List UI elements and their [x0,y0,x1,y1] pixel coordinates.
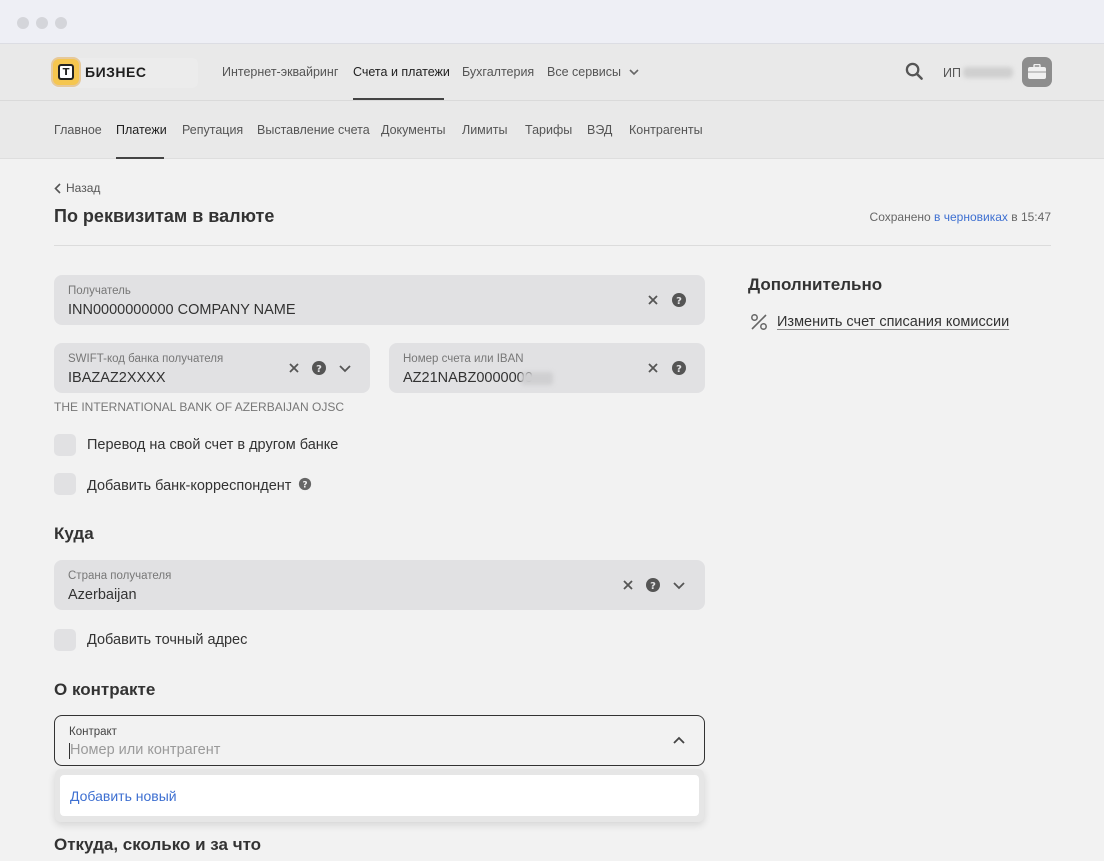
subnav-ved[interactable]: ВЭД [587,123,612,137]
svg-text:?: ? [650,581,656,592]
chevron-left-icon [54,182,61,194]
briefcase-icon [1028,64,1046,79]
correspondent-label[interactable]: Добавить банк-корреспондент ? [87,477,312,494]
window-minimize-dot[interactable] [36,17,48,29]
brand-logo[interactable]: T БИЗНЕС [52,58,198,88]
window-titlebar [0,0,1104,44]
topnav-acquiring[interactable]: Интернет-эквайринг [222,65,338,79]
section-from-title: Откуда, сколько и за что [54,835,262,854]
sidebar-title: Дополнительно [748,275,883,294]
saved-prefix: Сохранено [869,210,931,224]
help-icon[interactable]: ? [671,292,687,308]
back-label: Назад [66,181,101,195]
window-maximize-dot[interactable] [55,17,67,29]
change-commission-account-link[interactable]: Изменить счет списания комиссии [777,314,1009,330]
svg-text:?: ? [676,296,682,307]
section-where-title: Куда [54,524,94,543]
help-icon[interactable]: ? [298,477,312,491]
company-avatar[interactable] [1022,57,1052,87]
subnav-payments[interactable]: Платежи [116,123,167,137]
correspondent-checkbox[interactable] [54,473,76,495]
user-name-redacted [963,67,1013,78]
dropdown-option-add-new[interactable]: Добавить новый [60,775,699,816]
help-icon[interactable]: ? [671,360,687,376]
subnav-tariffs[interactable]: Тарифы [525,123,572,137]
draft-saved-status: Сохранено в черновиках в 15:47 [870,210,1051,224]
subnav-documents[interactable]: Документы [381,123,445,137]
country-field[interactable]: Страна получателя Azerbaijan ? [54,560,705,610]
chevron-up-icon[interactable] [671,733,687,749]
subnav-limits[interactable]: Лимиты [462,123,507,137]
bank-name: THE INTERNATIONAL BANK OF AZERBAIJAN OJS… [54,400,345,414]
sub-navigation: Главное Платежи Репутация Выставление сч… [0,101,1104,159]
add-new-label: Добавить новый [70,788,177,804]
topnav-all-services-label: Все сервисы [547,65,622,79]
swift-value[interactable]: IBAZAZ2XXXX [68,370,166,386]
contract-dropdown: Добавить новый [55,769,704,822]
topnav-accounting[interactable]: Бухгалтерия [462,65,534,79]
back-link[interactable]: Назад [54,181,100,195]
title-divider [54,245,1051,246]
country-label: Страна получателя [68,570,172,582]
section-contract-title: О контракте [54,680,156,699]
brand-name: БИЗНЕС [85,64,147,80]
exact-address-label[interactable]: Добавить точный адрес [87,632,247,648]
svg-text:?: ? [676,364,682,375]
chevron-down-icon[interactable] [337,360,353,376]
text-cursor [69,743,70,759]
chevron-down-icon [628,69,639,76]
clear-icon[interactable] [620,577,636,593]
subnav-main[interactable]: Главное [54,123,102,137]
percent-icon [751,314,767,330]
window-close-dot[interactable] [17,17,29,29]
svg-text:?: ? [303,481,308,491]
clear-icon[interactable] [645,360,661,376]
contract-input-field[interactable]: Контракт Номер или контрагент [54,715,705,766]
subnav-active-indicator [116,157,164,159]
iban-value[interactable]: AZ21NABZ0000000 [403,370,533,386]
top-header: T БИЗНЕС Интернет-эквайринг Счета и плат… [0,44,1104,101]
swift-field[interactable]: SWIFT-код банка получателя IBAZAZ2XXXX ? [54,343,370,393]
saved-time: в 15:47 [1011,210,1051,224]
own-account-checkbox[interactable] [54,434,76,456]
contract-label: Контракт [69,726,117,738]
contract-placeholder[interactable]: Номер или контрагент [70,742,220,758]
drafts-link[interactable]: в черновиках [934,210,1008,224]
subnav-reputation[interactable]: Репутация [182,123,243,137]
help-icon[interactable]: ? [645,577,661,593]
topnav-accounts-payments[interactable]: Счета и платежи [353,65,450,79]
iban-label: Номер счета или IBAN [403,353,524,365]
logo-shield-icon: T [53,59,79,85]
search-icon[interactable] [905,62,924,81]
iban-field[interactable]: Номер счета или IBAN AZ21NABZ0000000 ? [389,343,705,393]
clear-icon[interactable] [286,360,302,376]
help-icon[interactable]: ? [311,360,327,376]
recipient-label: Получатель [68,285,131,297]
subnav-counterparties[interactable]: Контрагенты [629,123,703,137]
recipient-field[interactable]: Получатель INN0000000000 COMPANY NAME ? [54,275,705,325]
exact-address-checkbox[interactable] [54,629,76,651]
topnav-all-services[interactable]: Все сервисы [547,65,639,79]
clear-icon[interactable] [645,292,661,308]
topnav-active-indicator [353,98,444,100]
correspondent-label-text: Добавить банк-корреспондент [87,478,292,494]
page-title: По реквизитам в валюте [54,206,275,226]
subnav-invoicing[interactable]: Выставление счета [257,123,370,137]
own-account-label[interactable]: Перевод на свой счет в другом банке [87,437,338,453]
recipient-value[interactable]: INN0000000000 COMPANY NAME [68,302,296,318]
swift-label: SWIFT-код банка получателя [68,353,224,365]
user-name-prefix[interactable]: ИП [943,66,961,80]
iban-redacted [521,372,553,385]
chevron-down-icon[interactable] [671,577,687,593]
svg-text:?: ? [316,364,322,375]
country-value[interactable]: Azerbaijan [68,587,137,603]
